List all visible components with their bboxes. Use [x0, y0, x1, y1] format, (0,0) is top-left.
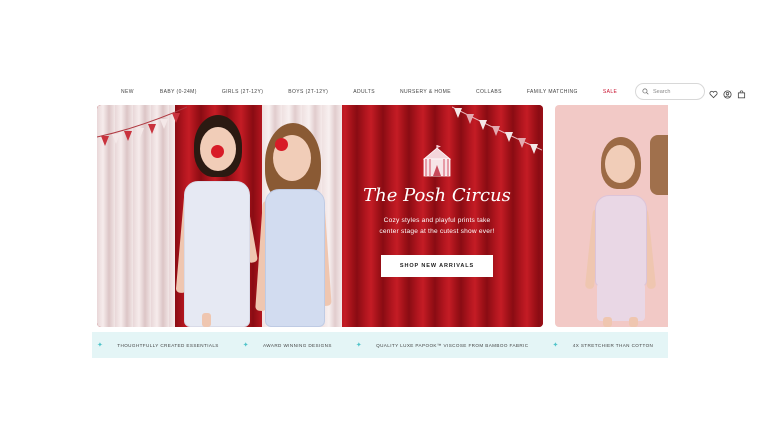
value-prop-4-text: 4X STRETCHIER THAN COTTON [572, 342, 654, 348]
nav-adults[interactable]: ADULTS [353, 89, 375, 95]
hero-title: The Posh Circus [363, 185, 511, 206]
nav-baby[interactable]: BABY (0-24M) [160, 89, 197, 95]
search-icon [642, 88, 649, 95]
value-prop-4: ✦ 4X STRETCHIER THAN COTTON [552, 341, 653, 349]
nav-sale[interactable]: SALE [603, 89, 617, 95]
nav-links: NEW BABY (0-24M) GIRLS (2T-12Y) BOYS (2T… [121, 82, 617, 102]
sparkle-icon: ✦ [355, 342, 363, 349]
hero-subtitle-line-2: center stage at the cutest show ever! [379, 228, 495, 235]
heart-icon[interactable] [709, 86, 718, 99]
main-nav: NEW BABY (0-24M) GIRLS (2T-12Y) BOYS (2T… [92, 82, 746, 102]
sparkle-icon: ✦ [97, 342, 104, 349]
value-prop-2: ✦ AWARD WINNING DESIGNS [243, 341, 356, 349]
value-prop-3: ✦ QUALITY LUXE PAPOOK™ VISCOSE FROM BAMB… [356, 341, 553, 349]
value-prop-2-text: AWARD WINNING DESIGNS [263, 342, 332, 348]
hero-banner[interactable]: The Posh Circus Cozy styles and playful … [97, 105, 543, 327]
hero-subtitle-line-1: Cozy styles and playful prints take [383, 217, 491, 224]
carousel-next-slide[interactable] [555, 105, 668, 327]
nav-family-matching[interactable]: FAMILY MATCHING [527, 89, 578, 95]
value-prop-3-text: QUALITY LUXE PAPOOK™ VISCOSE FROM BAMBOO… [376, 342, 529, 348]
account-icon[interactable] [723, 86, 732, 99]
child-model-right [247, 123, 342, 327]
nav-new[interactable]: NEW [121, 89, 134, 95]
value-prop-1: ✦ THOUGHTFULLY CREATED ESSENTIALS [97, 341, 243, 349]
bag-icon[interactable] [737, 86, 746, 99]
hero-subtitle: Cozy styles and playful prints take cent… [342, 215, 532, 237]
child-model-pink [584, 137, 657, 327]
sparkle-icon: ✦ [552, 342, 559, 349]
shop-new-arrivals-button[interactable]: SHOP NEW ARRIVALS [381, 255, 493, 277]
search-box[interactable] [635, 83, 705, 100]
sparkle-icon: ✦ [242, 342, 250, 349]
circus-tent-icon [422, 145, 452, 177]
search-input[interactable] [653, 88, 703, 95]
nav-collabs[interactable]: COLLABS [476, 89, 502, 95]
nav-girls[interactable]: GIRLS (2T-12Y) [222, 89, 263, 95]
value-prop-1-text: THOUGHTFULLY CREATED ESSENTIALS [117, 342, 219, 348]
value-props-strip: ✦ THOUGHTFULLY CREATED ESSENTIALS ✦ AWAR… [92, 332, 668, 358]
child-model-edge [650, 135, 668, 195]
hero-content: The Posh Circus Cozy styles and playful … [342, 145, 532, 277]
nav-icons [709, 86, 746, 99]
page: NEW BABY (0-24M) GIRLS (2T-12Y) BOYS (2T… [0, 0, 760, 440]
nav-boys[interactable]: BOYS (2T-12Y) [288, 89, 328, 95]
nav-nursery-home[interactable]: NURSERY & HOME [400, 89, 451, 95]
